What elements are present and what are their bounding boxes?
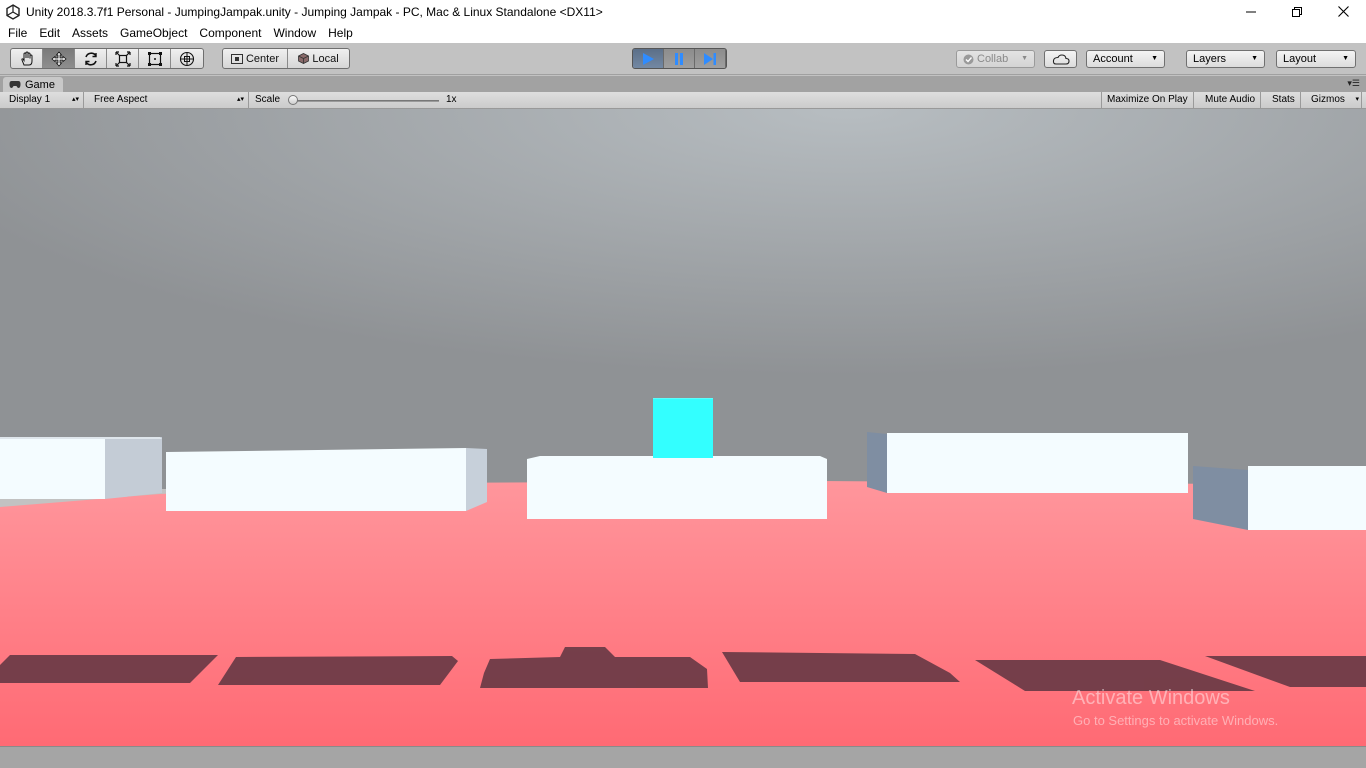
menu-file[interactable]: File — [2, 23, 33, 43]
move-arrows-icon — [50, 50, 67, 67]
rotate-icon — [84, 51, 97, 66]
account-label: Account — [1093, 53, 1133, 65]
main-toolbar: Center Local Collab ▼ Account ▼ Layers ▼… — [0, 43, 1366, 75]
check-icon — [963, 54, 974, 64]
tab-game[interactable]: Game — [3, 77, 63, 92]
panel-menu-icon[interactable]: ▾☰ — [1347, 78, 1360, 89]
chevron-down-icon: ▼ — [1021, 55, 1028, 62]
scale-label: Scale — [255, 94, 281, 105]
pivot-toggles: Center Local — [222, 48, 350, 69]
tab-game-label: Game — [25, 78, 55, 91]
move-tool-button[interactable] — [43, 49, 75, 68]
updown-arrows-icon: ▴▾ — [236, 96, 244, 103]
transform-icon — [179, 51, 195, 66]
transform-tools — [10, 48, 204, 69]
play-button[interactable] — [633, 49, 664, 68]
maximize-on-play-toggle[interactable]: Maximize On Play — [1101, 92, 1194, 108]
platform-2 — [166, 448, 487, 511]
aspect-dropdown[interactable]: Free Aspect ▴▾ — [89, 92, 249, 108]
layers-dropdown[interactable]: Layers ▼ — [1186, 50, 1265, 68]
rotate-tool-button[interactable] — [75, 49, 107, 68]
menu-window[interactable]: Window — [267, 23, 322, 43]
pivot-center-button[interactable]: Center — [223, 49, 288, 68]
transform-tool-button[interactable] — [171, 49, 203, 68]
game-viewport[interactable]: Activate Windows Go to Settings to activ… — [0, 109, 1366, 746]
menu-assets[interactable]: Assets — [66, 23, 114, 43]
play-icon — [643, 52, 654, 65]
minimize-button[interactable] — [1228, 0, 1274, 23]
chevron-down-icon: ▼ — [1342, 55, 1349, 62]
playback-controls — [632, 48, 727, 69]
scale-slider-track[interactable] — [292, 100, 439, 102]
display-dropdown[interactable]: Display 1 ▴▾ — [4, 92, 84, 108]
gizmos-dropdown[interactable]: Gizmos ▾ — [1306, 92, 1362, 108]
aspect-label: Free Aspect — [94, 94, 148, 105]
menu-edit[interactable]: Edit — [33, 23, 66, 43]
display-label: Display 1 — [9, 94, 51, 105]
restore-button[interactable] — [1274, 0, 1320, 23]
updown-arrows-icon: ▴▾ — [71, 96, 79, 103]
game-scene — [0, 109, 1366, 746]
menu-help[interactable]: Help — [322, 23, 359, 43]
status-bar — [0, 746, 1366, 768]
activate-windows-title: Activate Windows — [1072, 687, 1230, 709]
pause-button[interactable] — [664, 49, 695, 68]
menu-bar: File Edit Assets GameObject Component Wi… — [0, 23, 1366, 43]
close-button[interactable] — [1320, 0, 1366, 23]
pivot-center-label: Center — [245, 52, 280, 65]
mute-audio-toggle[interactable]: Mute Audio — [1200, 92, 1262, 108]
pivot-local-label: Local — [312, 52, 339, 65]
rect-tool-button[interactable] — [139, 49, 171, 68]
local-cube-icon — [298, 53, 310, 64]
scale-slider-thumb[interactable] — [288, 95, 298, 105]
gizmos-label: Gizmos — [1311, 94, 1345, 105]
window-title: Unity 2018.3.7f1 Personal - JumpingJampa… — [26, 4, 603, 19]
scale-tool-button[interactable] — [107, 49, 139, 68]
scale-value: 1x — [446, 94, 457, 105]
rect-transform-icon — [147, 51, 162, 66]
unity-logo-icon — [6, 3, 20, 20]
game-controller-icon — [9, 81, 21, 88]
stats-toggle[interactable]: Stats — [1267, 92, 1301, 108]
tab-bar: Game ▾☰ — [0, 76, 1366, 92]
layers-label: Layers — [1193, 53, 1227, 65]
pivot-local-button[interactable]: Local — [288, 49, 349, 68]
account-dropdown[interactable]: Account ▼ — [1086, 50, 1165, 68]
chevron-down-icon: ▾ — [1355, 96, 1359, 103]
collab-label: Collab — [977, 53, 1009, 65]
step-button[interactable] — [695, 49, 726, 68]
menu-gameobject[interactable]: GameObject — [114, 23, 193, 43]
layout-label: Layout — [1283, 53, 1317, 65]
game-view-toolbar: Display 1 ▴▾ Free Aspect ▴▾ Scale 1x Max… — [0, 92, 1366, 109]
scale-icon — [114, 50, 131, 67]
minimize-icon — [1246, 11, 1256, 12]
hand-icon — [20, 50, 32, 65]
step-icon — [704, 52, 716, 65]
hand-tool-button[interactable] — [11, 49, 43, 68]
restore-icon — [1292, 6, 1302, 17]
platform-1 — [0, 437, 162, 499]
title-bar: Unity 2018.3.7f1 Personal - JumpingJampa… — [0, 0, 1366, 23]
chevron-down-icon: ▼ — [1151, 55, 1158, 62]
menu-component[interactable]: Component — [193, 23, 267, 43]
platform-5 — [1193, 466, 1366, 530]
close-icon — [1337, 6, 1349, 17]
cloud-icon — [1052, 53, 1070, 65]
pivot-center-icon — [230, 53, 243, 64]
layout-dropdown[interactable]: Layout ▼ — [1276, 50, 1356, 68]
pause-icon — [675, 52, 683, 65]
player-cube — [653, 398, 713, 458]
cloud-button[interactable] — [1044, 50, 1077, 68]
activate-windows-subtitle: Go to Settings to activate Windows. — [1073, 713, 1279, 728]
platform-4 — [867, 432, 1188, 493]
chevron-down-icon: ▼ — [1251, 55, 1258, 62]
platform-3 — [527, 456, 827, 519]
collab-dropdown[interactable]: Collab ▼ — [956, 50, 1035, 68]
